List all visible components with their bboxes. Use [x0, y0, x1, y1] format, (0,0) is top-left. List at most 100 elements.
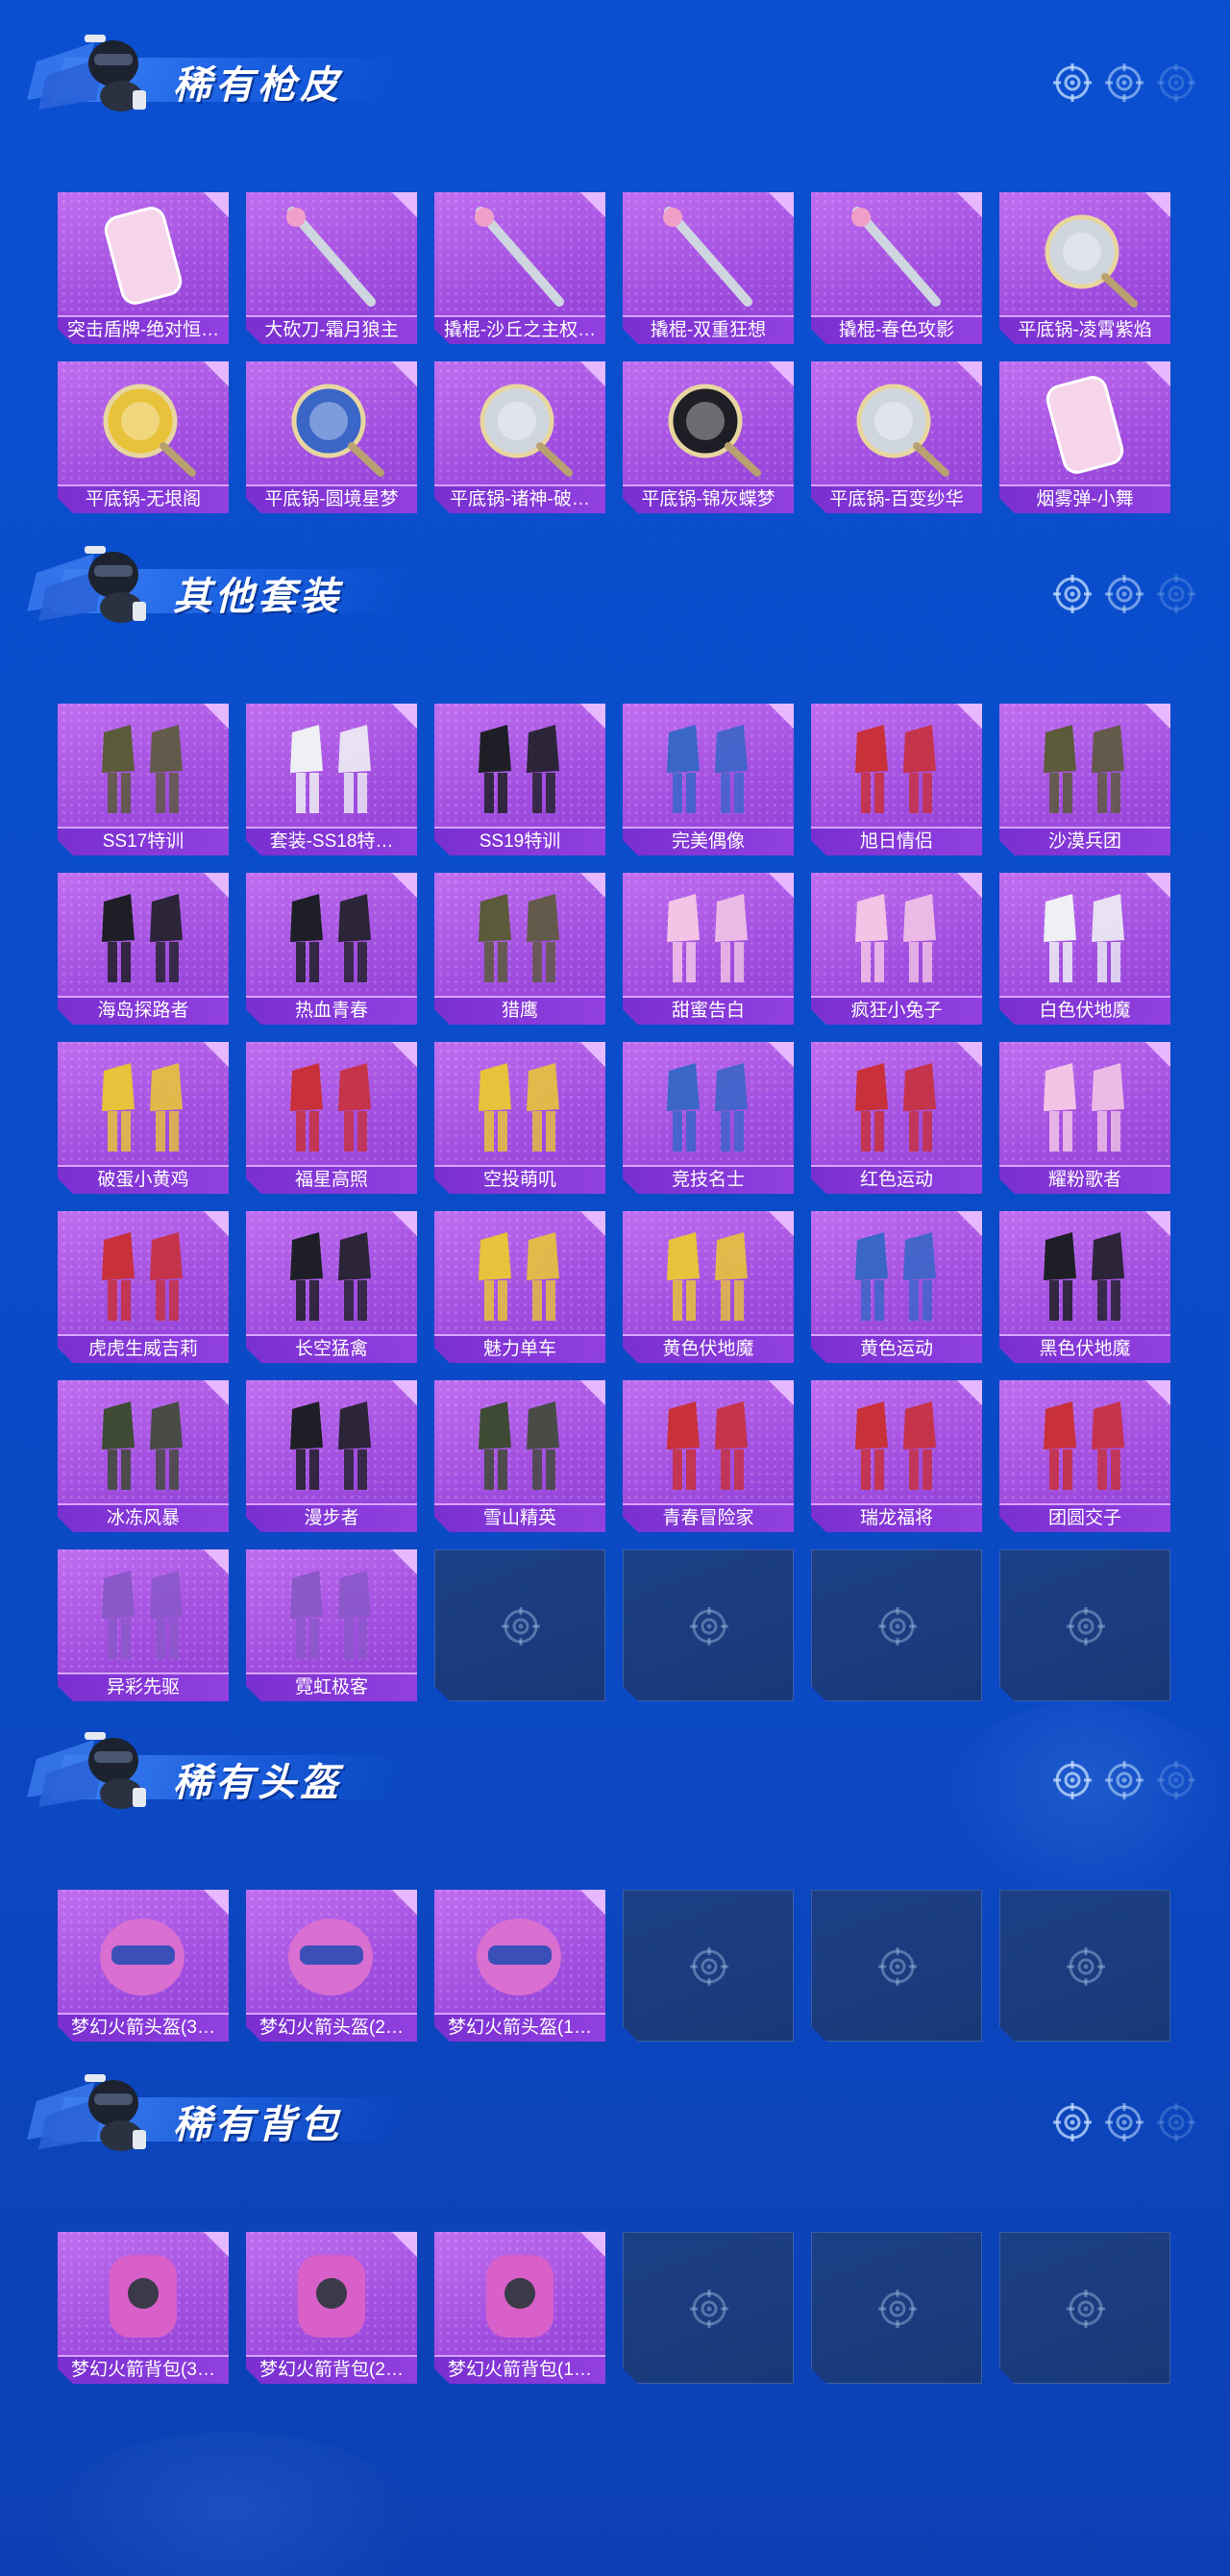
item-label: 完美偶像 [623, 827, 794, 855]
item-card[interactable]: SS17特训 [58, 704, 229, 855]
item-card[interactable]: 沙漠兵团 [999, 704, 1170, 855]
item-card[interactable]: 旭日情侣 [811, 704, 982, 855]
item-label: 平底锅-诸神-破… [434, 484, 605, 513]
item-card[interactable]: 梦幻火箭背包(2… [246, 2232, 417, 2384]
item-label: 平底锅-凌霄紫焰 [999, 315, 1170, 344]
backpack-lv3-icon [75, 2242, 211, 2349]
outfit-yellow-sport-icon [828, 1221, 965, 1328]
item-card[interactable]: 黄色运动 [811, 1211, 982, 1363]
section-title: 稀有枪皮 [173, 64, 342, 107]
item-label: 撬棍-沙丘之主权… [434, 315, 605, 344]
item-card[interactable]: 青春冒险家 [623, 1380, 794, 1532]
outfit-snow-icon [452, 1390, 588, 1498]
item-card[interactable]: 梦幻火箭背包(3… [58, 2232, 229, 2384]
item-card[interactable]: 雪山精英 [434, 1380, 605, 1532]
pan-purple-icon [1017, 202, 1153, 310]
pan-teal-icon [828, 371, 965, 479]
item-card[interactable]: 热血青春 [246, 873, 417, 1025]
item-card[interactable]: 甜蜜告白 [623, 873, 794, 1025]
item-card[interactable]: 霓虹极客 [246, 1549, 417, 1701]
item-card[interactable]: 梦幻火箭头盔(3… [58, 1890, 229, 2042]
mascot-icon [27, 2063, 171, 2159]
outfit-black-hoodie-icon [1017, 1221, 1153, 1328]
outfit-walker-icon [263, 1390, 400, 1498]
outfit-white-hoodie-icon [1017, 882, 1153, 990]
item-card[interactable]: 虎虎生威吉莉 [58, 1211, 229, 1363]
item-card[interactable]: 套装-SS18特… [246, 704, 417, 855]
item-card[interactable]: 魅力单车 [434, 1211, 605, 1363]
helmet-lv3-icon [75, 1899, 211, 2007]
empty-slot [999, 1890, 1170, 2042]
item-card[interactable]: 瑞龙福将 [811, 1380, 982, 1532]
crosshair-icon [690, 1947, 728, 1986]
crosshair-icon [690, 2290, 728, 2328]
item-card[interactable]: 撬棍-沙丘之主权… [434, 192, 605, 344]
item-card[interactable]: 撬棍-双重狂想 [623, 192, 794, 344]
item-label: 黑色伏地魔 [999, 1334, 1170, 1363]
item-card[interactable]: 梦幻火箭头盔(2… [246, 1890, 417, 2042]
item-card[interactable]: 平底锅-诸神-破… [434, 361, 605, 513]
item-label: 梦幻火箭头盔(2… [246, 2013, 417, 2042]
item-card[interactable]: 撬棍-春色攻影 [811, 192, 982, 344]
item-card[interactable]: 破蛋小黄鸡 [58, 1042, 229, 1194]
item-card[interactable]: 长空猛禽 [246, 1211, 417, 1363]
helmet-lv1-icon [452, 1899, 588, 2007]
crosshair-decoration [1053, 1761, 1195, 1799]
item-card[interactable]: 烟雾弹-小舞 [999, 361, 1170, 513]
crosshair-icon [1157, 575, 1195, 613]
item-card[interactable]: 完美偶像 [623, 704, 794, 855]
item-card[interactable]: 黄色伏地魔 [623, 1211, 794, 1363]
item-card[interactable]: 漫步者 [246, 1380, 417, 1532]
crosshair-icon [1053, 63, 1092, 102]
item-card[interactable]: 梦幻火箭头盔(1… [434, 1890, 605, 2042]
item-card[interactable]: 冰冻风暴 [58, 1380, 229, 1532]
item-card[interactable]: 黑色伏地魔 [999, 1211, 1170, 1363]
item-label: 热血青春 [246, 996, 417, 1025]
item-card[interactable]: 大砍刀-霜月狼主 [246, 192, 417, 344]
mascot-icon [27, 534, 171, 631]
crosshair-decoration [1053, 2103, 1195, 2142]
item-grid: SS17特训 套装-SS18特… SS19特训 完美偶像 旭日情侣 沙漠兵团海岛探路者 热血… [58, 704, 1170, 1701]
item-card[interactable]: 梦幻火箭背包(1… [434, 2232, 605, 2384]
outfit-falcon-icon [452, 882, 588, 990]
item-label: 甜蜜告白 [623, 996, 794, 1025]
item-card[interactable]: 空投萌叽 [434, 1042, 605, 1194]
item-card[interactable]: 团圆交子 [999, 1380, 1170, 1532]
crosshair-icon [1067, 1607, 1105, 1646]
item-card[interactable]: 平底锅-圆境星梦 [246, 361, 417, 513]
outfit-desert-icon [1017, 713, 1153, 821]
item-card[interactable]: 异彩先驱 [58, 1549, 229, 1701]
item-label: 平底锅-无垠阁 [58, 484, 229, 513]
item-card[interactable]: 海岛探路者 [58, 873, 229, 1025]
item-card[interactable]: 突击盾牌-绝对恒… [58, 192, 229, 344]
shield-pink-icon [75, 202, 211, 310]
item-card[interactable]: 平底锅-锦灰蝶梦 [623, 361, 794, 513]
outfit-camo-icon [75, 713, 211, 821]
item-card[interactable]: 平底锅-无垠阁 [58, 361, 229, 513]
outfit-bunny-icon [828, 882, 965, 990]
empty-slot [623, 1549, 794, 1701]
item-card[interactable]: 竞技名士 [623, 1042, 794, 1194]
item-card[interactable]: 平底锅-百变纱华 [811, 361, 982, 513]
empty-slot [999, 1549, 1170, 1701]
item-card[interactable]: 福星高照 [246, 1042, 417, 1194]
outfit-neon-geek-icon [263, 1559, 400, 1667]
background-parachute-decoration [38, 2432, 423, 2576]
outfit-red-suit-icon [263, 1052, 400, 1159]
item-card[interactable]: 白色伏地魔 [999, 873, 1170, 1025]
item-label: 套装-SS18特… [246, 827, 417, 855]
item-card[interactable]: 平底锅-凌霄紫焰 [999, 192, 1170, 344]
item-card[interactable]: SS19特训 [434, 704, 605, 855]
item-card[interactable]: 猎鹰 [434, 873, 605, 1025]
item-card[interactable]: 疯狂小兔子 [811, 873, 982, 1025]
item-label: 平底锅-百变纱华 [811, 484, 982, 513]
crosshair-icon [1105, 63, 1144, 102]
section-header: 其他套装 [0, 531, 1230, 636]
helmet-lv2-icon [263, 1899, 400, 2007]
item-card[interactable]: 红色运动 [811, 1042, 982, 1194]
item-label: 黄色运动 [811, 1334, 982, 1363]
item-label: 红色运动 [811, 1165, 982, 1194]
mascot-icon [27, 1721, 171, 1817]
outfit-red-sport-icon [828, 1052, 965, 1159]
item-card[interactable]: 耀粉歌者 [999, 1042, 1170, 1194]
